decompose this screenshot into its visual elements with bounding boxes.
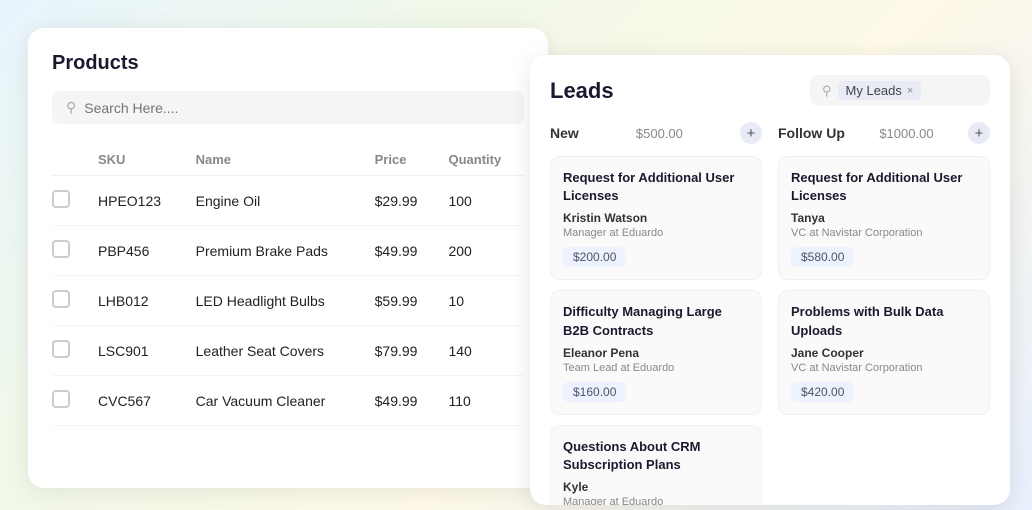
row-sku: CVC567 [88,376,186,426]
leads-panel: Leads ⚲ My Leads × New $500.00 + Request… [530,55,1010,505]
leads-header: Leads ⚲ My Leads × [550,75,990,106]
leads-column-0: New $500.00 + Request for Additional Use… [550,122,762,505]
column-header: New $500.00 + [550,122,762,144]
row-name: Premium Brake Pads [186,226,365,276]
row-price: $29.99 [365,176,439,226]
row-sku: HPEO123 [88,176,186,226]
row-quantity: 200 [438,226,524,276]
quantity-header: Quantity [438,144,524,176]
leads-search-icon: ⚲ [822,83,832,99]
lead-role: Manager at Eduardo [563,496,749,505]
name-header: Name [186,144,365,176]
leads-search-bar[interactable]: ⚲ My Leads × [810,75,990,106]
column-label: Follow Up [778,125,845,141]
row-price: $49.99 [365,376,439,426]
lead-person: Tanya [791,211,977,225]
checkbox[interactable] [52,240,70,258]
row-price: $79.99 [365,326,439,376]
checkbox[interactable] [52,190,70,208]
lead-role: Manager at Eduardo [563,227,749,239]
lead-role: VC at Navistar Corporation [791,227,977,239]
checkbox[interactable] [52,390,70,408]
lead-card[interactable]: Request for Additional User Licenses Tan… [778,156,990,280]
table-row: LHB012 LED Headlight Bulbs $59.99 10 [52,276,524,326]
lead-role: VC at Navistar Corporation [791,362,977,374]
row-sku: LSC901 [88,326,186,376]
lead-role: Team Lead at Eduardo [563,362,749,374]
checkbox[interactable] [52,290,70,308]
lead-card[interactable]: Problems with Bulk Data Uploads Jane Coo… [778,290,990,414]
lead-card-title: Problems with Bulk Data Uploads [791,303,977,339]
column-add-button[interactable]: + [968,122,990,144]
lead-card[interactable]: Questions About CRM Subscription Plans K… [550,425,762,505]
checkbox[interactable] [52,340,70,358]
price-header: Price [365,144,439,176]
row-name: Leather Seat Covers [186,326,365,376]
row-checkbox[interactable] [52,326,88,376]
lead-person: Eleanor Pena [563,346,749,360]
row-price: $59.99 [365,276,439,326]
table-row: HPEO123 Engine Oil $29.99 100 [52,176,524,226]
row-name: LED Headlight Bulbs [186,276,365,326]
column-label: New [550,125,579,141]
products-panel: Products ⚲ SKU Name Price Quantity HPEO1… [28,28,548,488]
lead-card[interactable]: Request for Additional User Licenses Kri… [550,156,762,280]
search-icon: ⚲ [66,99,76,116]
row-name: Car Vacuum Cleaner [186,376,365,426]
products-title: Products [52,52,524,75]
column-amount: $1000.00 [879,126,933,141]
filter-label: My Leads [846,83,902,98]
checkbox-header [52,144,88,176]
column-header: Follow Up $1000.00 + [778,122,990,144]
row-quantity: 100 [438,176,524,226]
table-header-row: SKU Name Price Quantity [52,144,524,176]
row-sku: LHB012 [88,276,186,326]
lead-card-title: Request for Additional User Licenses [791,169,977,205]
lead-card[interactable]: Difficulty Managing Large B2B Contracts … [550,290,762,414]
close-icon[interactable]: × [907,85,913,97]
row-price: $49.99 [365,226,439,276]
column-add-button[interactable]: + [740,122,762,144]
lead-amount-badge: $160.00 [563,382,626,402]
row-quantity: 110 [438,376,524,426]
lead-person: Kristin Watson [563,211,749,225]
leads-columns: New $500.00 + Request for Additional Use… [550,122,990,505]
lead-amount-badge: $200.00 [563,247,626,267]
row-sku: PBP456 [88,226,186,276]
lead-card-title: Difficulty Managing Large B2B Contracts [563,303,749,339]
lead-person: Jane Cooper [791,346,977,360]
row-quantity: 10 [438,276,524,326]
search-input[interactable] [84,100,510,116]
table-row: CVC567 Car Vacuum Cleaner $49.99 110 [52,376,524,426]
row-checkbox[interactable] [52,276,88,326]
products-search-bar[interactable]: ⚲ [52,91,524,124]
table-row: PBP456 Premium Brake Pads $49.99 200 [52,226,524,276]
lead-amount-badge: $580.00 [791,247,854,267]
leads-title: Leads [550,78,614,104]
row-checkbox[interactable] [52,376,88,426]
row-name: Engine Oil [186,176,365,226]
row-checkbox[interactable] [52,176,88,226]
sku-header: SKU [88,144,186,176]
lead-amount-badge: $420.00 [791,382,854,402]
table-row: LSC901 Leather Seat Covers $79.99 140 [52,326,524,376]
column-amount: $500.00 [636,126,683,141]
row-quantity: 140 [438,326,524,376]
lead-card-title: Questions About CRM Subscription Plans [563,438,749,474]
leads-column-1: Follow Up $1000.00 + Request for Additio… [778,122,990,505]
row-checkbox[interactable] [52,226,88,276]
lead-person: Kyle [563,480,749,494]
lead-card-title: Request for Additional User Licenses [563,169,749,205]
leads-filter-tag[interactable]: My Leads × [838,81,922,100]
products-table: SKU Name Price Quantity HPEO123 Engine O… [52,144,524,426]
